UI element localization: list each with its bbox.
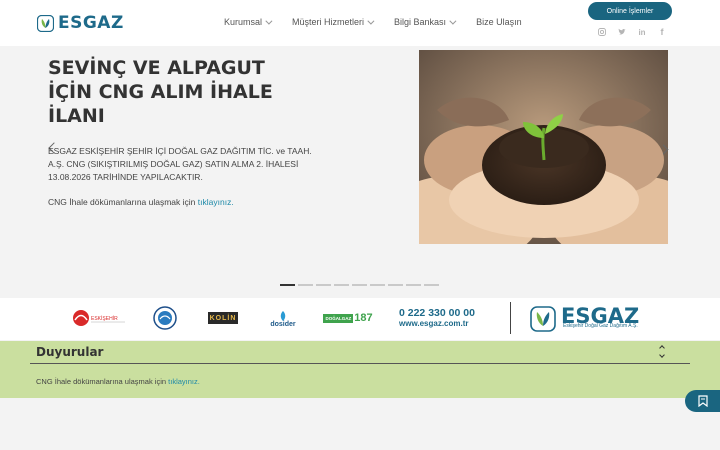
esgaz-logo-icon: [37, 14, 54, 32]
hero-slider: SEVİNÇ VE ALPAGUT İÇİN CNG ALIM İHALE İL…: [0, 46, 720, 298]
partners-divider: [510, 302, 511, 334]
hero-link-prefix: CNG İhale dökümanlarına ulaşmak için: [48, 197, 196, 207]
chevron-down-icon: [265, 17, 273, 25]
kolin-label: KOLİN: [209, 314, 237, 322]
municipality-emblem[interactable]: [153, 306, 177, 330]
website-url[interactable]: www.esgaz.com.tr: [399, 319, 469, 328]
site-header: ESGAZ Kurumsal Müşteri Hizmetleri Bilgi …: [0, 0, 720, 46]
chevron-down-icon: [367, 17, 375, 25]
nav-musteri-hizmetleri[interactable]: Müşteri Hizmetleri: [292, 17, 375, 27]
hero-title: SEVİNÇ VE ALPAGUT İÇİN CNG ALIM İHALE İL…: [48, 57, 273, 127]
hero-link[interactable]: tıklayınız.: [198, 197, 234, 207]
hero-link-line: CNG İhale dökümanlarına ulaşmak için tık…: [48, 197, 234, 207]
hands-with-sprout-image: [419, 50, 668, 244]
nav-kurumsal-label: Kurumsal: [224, 17, 263, 27]
twitter-icon[interactable]: [618, 28, 626, 36]
slider-dot[interactable]: [424, 284, 439, 286]
slider-dot[interactable]: [316, 284, 331, 286]
dosider-logo[interactable]: dosider: [268, 308, 298, 330]
main-nav: Kurumsal Müşteri Hizmetleri Bilgi Bankas…: [224, 17, 544, 27]
nav-bize-label: Bize Ulaşın: [476, 17, 522, 27]
bookmark-button[interactable]: [685, 390, 720, 412]
announcements-title: Duyurular: [36, 345, 104, 359]
dogalgaz-number: 187: [354, 312, 373, 324]
esgaz-logo[interactable]: ESGAZ: [37, 13, 124, 33]
slider-dot[interactable]: [370, 284, 385, 286]
dogalgaz-label: DOĞALGAZ: [323, 313, 354, 323]
announcements-divider: [30, 363, 690, 364]
online-islemler-button[interactable]: Online İşlemler: [588, 2, 672, 20]
announcements-section: Duyurular CNG İhale dökümanlarına ulaşma…: [0, 341, 720, 398]
chevron-down-icon[interactable]: [659, 352, 665, 358]
announcement-text: CNG İhale dökümanlarına ulaşmak için: [36, 377, 167, 386]
slider-dots: [280, 284, 442, 286]
dosider-label: dosider: [270, 320, 296, 328]
nav-musteri-label: Müşteri Hizmetleri: [292, 17, 365, 27]
instagram-icon[interactable]: [598, 28, 606, 36]
nav-bilgi-bankasi[interactable]: Bilgi Bankası: [394, 17, 457, 27]
logo-text: ESGAZ: [58, 13, 124, 33]
announcement-item: CNG İhale dökümanlarına ulaşmak için tık…: [36, 377, 200, 386]
slider-dot[interactable]: [334, 284, 349, 286]
eskisehir-logo[interactable]: ESKİŞEHİR: [71, 308, 127, 328]
kolin-logo[interactable]: KOLİN: [208, 312, 238, 324]
nav-bize-ulasin[interactable]: Bize Ulaşın: [476, 17, 522, 27]
nav-kurumsal[interactable]: Kurumsal: [224, 17, 273, 27]
esgaz-mark-icon: [530, 306, 556, 332]
esgaz-footer-logo[interactable]: ESGAZ Eskişehir Doğal Gaz Dağıtım A.Ş.: [530, 304, 639, 337]
hero-text: ESGAZ ESKİŞEHİR ŞEHİR İÇİ DOĞAL GAZ DAĞI…: [48, 146, 312, 182]
esgaz-subtitle: Eskişehir Doğal Gaz Dağıtım A.Ş.: [563, 323, 638, 329]
chevron-up-icon[interactable]: [659, 345, 665, 351]
chevron-down-icon: [449, 17, 457, 25]
eskisehir-label: ESKİŞEHİR: [91, 315, 118, 322]
slider-dot[interactable]: [280, 284, 295, 286]
announcement-link[interactable]: tıklayınız.: [168, 377, 200, 386]
slider-dot[interactable]: [298, 284, 313, 286]
slider-dot[interactable]: [352, 284, 367, 286]
bookmark-icon: [698, 395, 708, 407]
phone-number[interactable]: 0 222 330 00 00: [399, 308, 475, 319]
slider-dot[interactable]: [388, 284, 403, 286]
slider-dot[interactable]: [406, 284, 421, 286]
linkedin-icon[interactable]: in: [638, 28, 646, 37]
partners-strip: ESKİŞEHİR KOLİN dosider DOĞALGAZ 187 0 2…: [0, 298, 720, 340]
dogalgaz-187-logo[interactable]: DOĞALGAZ 187: [323, 310, 373, 326]
social-links: in f: [598, 27, 678, 37]
nav-bilgi-label: Bilgi Bankası: [394, 17, 447, 27]
facebook-icon[interactable]: f: [658, 27, 666, 37]
hero-image: [419, 50, 668, 244]
